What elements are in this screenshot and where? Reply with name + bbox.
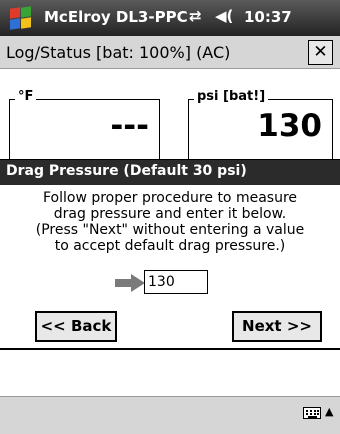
content-area — [0, 350, 340, 396]
close-button[interactable]: ✕ — [308, 40, 333, 65]
start-menu-icon[interactable] — [8, 6, 32, 30]
next-button[interactable]: Next >> — [232, 311, 322, 342]
keyboard-icon[interactable] — [303, 407, 321, 419]
pressure-value: 130 — [257, 108, 322, 144]
dialog-instructions: Follow proper procedure to measure drag … — [6, 190, 334, 254]
window-title: Log/Status [bat: 100%] (AC) — [6, 43, 231, 62]
temperature-readout: °F --- — [9, 89, 160, 159]
instruction-line: (Press "Next" without entering a value — [35, 222, 305, 238]
menu-bar: ▲ — [0, 396, 340, 434]
temperature-value: --- — [110, 108, 149, 144]
back-button[interactable]: << Back — [35, 311, 117, 342]
connectivity-icon[interactable]: ⇄ — [189, 7, 202, 25]
volume-icon[interactable]: ◀( — [215, 7, 233, 25]
drag-pressure-dialog: Drag Pressure (Default 30 psi) Follow pr… — [0, 159, 340, 350]
temperature-label: °F — [15, 89, 37, 104]
window-caption: Log/Status [bat: 100%] (AC) ✕ — [0, 36, 340, 69]
pressure-input-row — [0, 270, 340, 296]
instruction-line: to accept default drag pressure.) — [54, 238, 286, 254]
input-panel-arrow-icon[interactable]: ▲ — [325, 405, 333, 418]
clock[interactable]: 10:37 — [244, 8, 292, 26]
instruction-line: Follow proper procedure to measure — [42, 190, 298, 206]
pressure-label: psi [bat!] — [194, 89, 269, 104]
drag-pressure-input[interactable] — [144, 270, 208, 294]
taskbar: McElroy DL3-PPC ⇄ ◀( 10:37 — [0, 0, 340, 36]
pressure-readout: psi [bat!] 130 — [188, 89, 333, 159]
dialog-title: Drag Pressure (Default 30 psi) — [0, 160, 340, 185]
instruction-line: drag pressure and enter it below. — [53, 206, 287, 222]
right-arrow-icon — [115, 274, 145, 292]
taskbar-title: McElroy DL3-PPC — [44, 8, 188, 26]
